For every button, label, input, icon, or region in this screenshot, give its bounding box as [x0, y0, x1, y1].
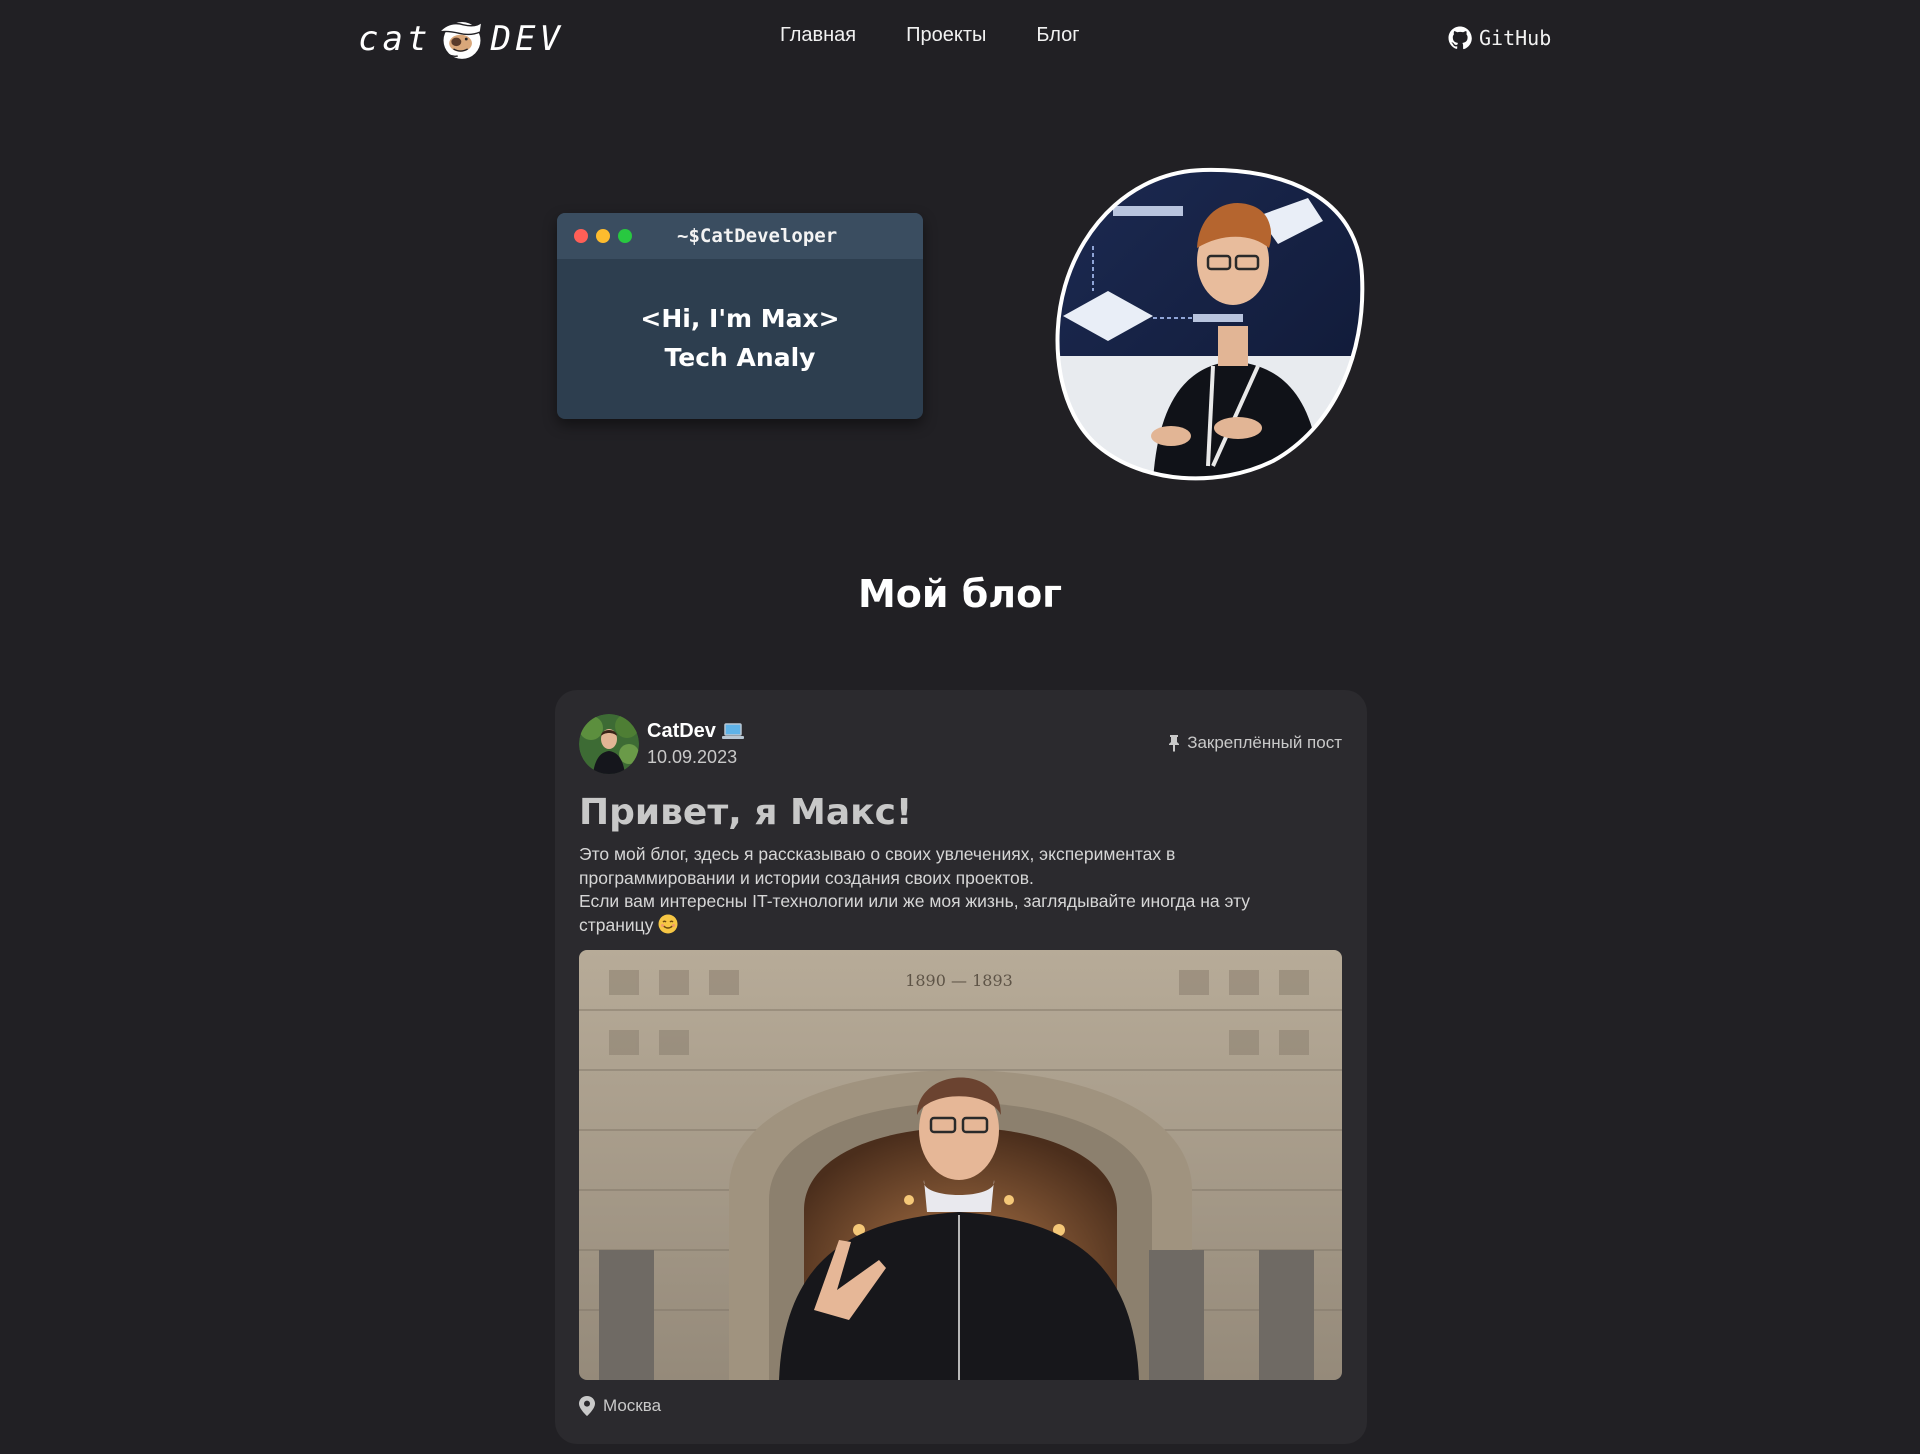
- site-logo[interactable]: cat dev: [358, 8, 564, 70]
- post-date: 10.09.2023: [647, 747, 738, 767]
- intro-role: Tech Analy: [664, 343, 816, 372]
- intro-terminal-window: ~$CatDeveloper <Hi, I'm Max> Tech Analy: [557, 213, 923, 419]
- top-navigation: cat dev Главная Проекты Блог GitHub: [0, 0, 1920, 80]
- author-name-row: CatDev: [647, 720, 744, 743]
- author-avatar: [579, 714, 639, 774]
- minimize-dot-icon: [596, 229, 610, 243]
- pinned-post-card: CatDev 10.09.2023 Закреплённый пост Прив…: [555, 690, 1367, 1444]
- laptop-icon: [721, 722, 744, 739]
- pin-icon: [1169, 735, 1180, 752]
- intro-greeting: <Hi, I'm Max>: [640, 304, 840, 333]
- terminal-title: ~$CatDeveloper: [677, 225, 838, 247]
- github-icon: [1448, 26, 1472, 50]
- pinned-label: Закреплённый пост: [1187, 733, 1342, 752]
- pinned-badge: Закреплённый пост: [1167, 733, 1342, 753]
- post-paragraph-2: Если вам интересны IT-технологии или же …: [579, 890, 1319, 937]
- close-dot-icon: [574, 229, 588, 243]
- github-link[interactable]: GitHub: [1448, 26, 1551, 50]
- post-body: Это мой блог, здесь я рассказываю о свои…: [579, 843, 1319, 937]
- post-paragraph-2-text: Если вам интересны IT-технологии или же …: [579, 891, 1251, 935]
- logo-text-right: dev: [490, 19, 564, 59]
- author-name: CatDev: [647, 720, 716, 742]
- svg-text:1890 — 1893: 1890 — 1893: [905, 971, 1013, 990]
- maximize-dot-icon: [618, 229, 632, 243]
- post-author[interactable]: CatDev 10.09.2023: [579, 714, 744, 774]
- author-meta: CatDev 10.09.2023: [647, 720, 744, 768]
- post-paragraph-1: Это мой блог, здесь я рассказываю о свои…: [579, 844, 1176, 888]
- map-pin-icon: [579, 1396, 595, 1416]
- profile-photo: [1055, 167, 1365, 481]
- post-location: Москва: [579, 1396, 661, 1416]
- nav-links: Главная Проекты Блог: [780, 24, 1080, 47]
- smiling-face-icon: [658, 914, 678, 933]
- cat-logo-icon: [437, 19, 484, 59]
- logo-text-left: cat: [358, 19, 432, 59]
- post-photo[interactable]: 1890 — 1893: [579, 950, 1342, 1380]
- post-location-label: Москва: [603, 1396, 662, 1415]
- nav-link-home[interactable]: Главная: [780, 24, 856, 47]
- terminal-title-bar: ~$CatDeveloper: [557, 213, 923, 259]
- github-label: GitHub: [1479, 26, 1552, 50]
- post-title: Привет, я Макс!: [579, 792, 913, 833]
- nav-link-blog[interactable]: Блог: [1036, 24, 1079, 47]
- blog-heading: Мой блог: [857, 572, 1063, 616]
- nav-link-projects[interactable]: Проекты: [906, 24, 986, 47]
- terminal-body: <Hi, I'm Max> Tech Analy: [557, 259, 923, 377]
